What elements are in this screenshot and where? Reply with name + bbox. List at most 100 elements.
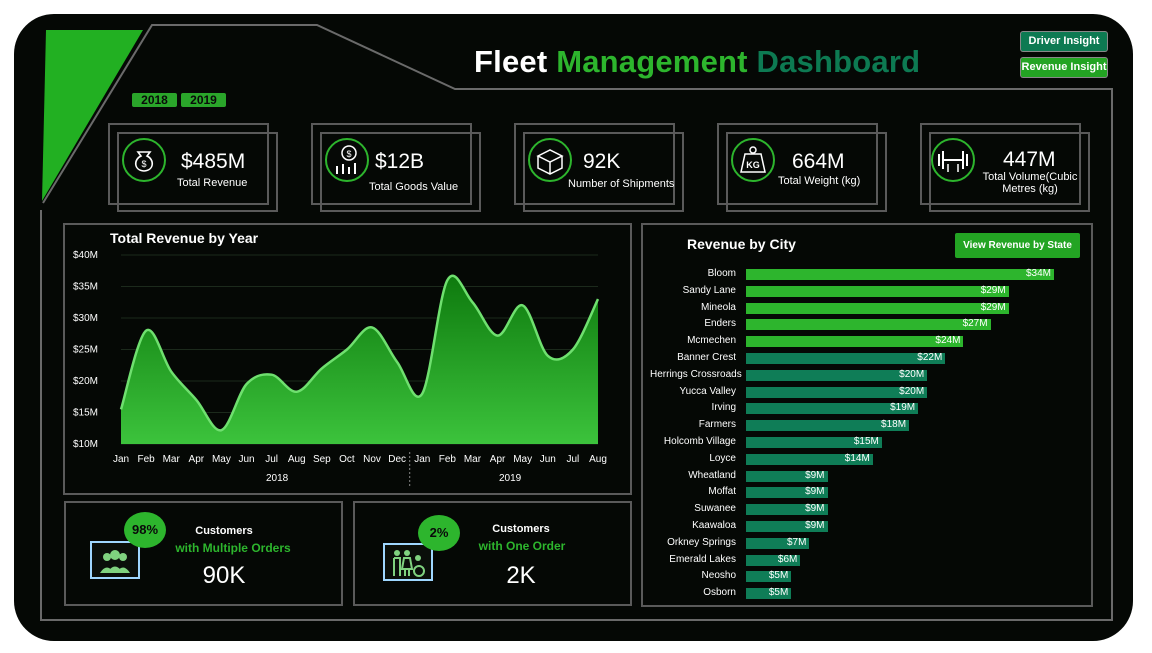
- y-tick-label: $20M: [73, 376, 98, 387]
- percent-badge-multiple: 98%: [124, 512, 166, 548]
- customers-value: 90K: [202, 562, 246, 589]
- x-tick-label: Dec: [388, 454, 406, 465]
- y-tick-label: $10M: [73, 439, 98, 450]
- city-bar-value: $20M: [899, 385, 925, 397]
- city-label: Neosho: [701, 570, 736, 582]
- revenue-area-fill: [121, 275, 598, 444]
- kpi-label: Total Weight (kg): [778, 175, 861, 187]
- city-bar-value: $20M: [899, 368, 925, 380]
- city-bar-value: $29M: [980, 284, 1006, 296]
- customers-subheading: with One Order: [478, 539, 566, 553]
- x-tick-label: Sep: [313, 454, 331, 465]
- x-tick-label: May: [212, 454, 231, 465]
- x-tick-label: Mar: [163, 454, 181, 465]
- customers-subheading: with Multiple Orders: [175, 541, 291, 555]
- x-tick-label: May: [513, 454, 532, 465]
- city-bar-value: $5M: [768, 587, 789, 599]
- city-label: Holcomb Village: [663, 436, 736, 447]
- city-bar-value: $9M: [805, 469, 825, 481]
- city-chart-title: Revenue by City: [687, 236, 796, 252]
- x-tick-label: Aug: [288, 454, 306, 465]
- x-tick-label: Jul: [566, 454, 579, 465]
- city-label: Moffat: [708, 486, 736, 498]
- revenue-by-city-panel: [641, 223, 1093, 607]
- city-bar-value: $29M: [980, 301, 1006, 313]
- y-tick-label: $35M: [73, 282, 98, 293]
- x-tick-label: Mar: [464, 454, 482, 465]
- x-tick-label: Jan: [113, 454, 129, 465]
- x-tick-label: Feb: [439, 454, 457, 465]
- dumbbell-icon: [931, 138, 975, 182]
- city-label: Yucca Valley: [679, 385, 736, 397]
- city-label: Mineola: [700, 301, 736, 313]
- city-label: Banner Crest: [677, 352, 736, 363]
- x-tick-label: Jun: [238, 454, 254, 465]
- city-label: Emerald Lakes: [669, 553, 736, 565]
- x-tick-label: Jul: [265, 454, 278, 465]
- kpi-value: 447M: [1003, 148, 1056, 171]
- x-tick-label: Nov: [363, 454, 381, 465]
- city-bar-value: $19M: [890, 402, 916, 414]
- city-label: Mcmechen: [687, 335, 736, 347]
- driver-insight-button[interactable]: Driver Insight: [1021, 32, 1107, 51]
- city-bar[interactable]: [746, 269, 1054, 280]
- year-group-label: 2018: [266, 473, 289, 484]
- svg-text:KG: KG: [746, 160, 760, 170]
- group-icon: [90, 541, 140, 579]
- view-revenue-by-state-button[interactable]: View Revenue by State: [955, 233, 1080, 258]
- y-tick-label: $15M: [73, 408, 98, 419]
- city-label: Herrings Crossroads: [650, 368, 742, 380]
- city-label: Loyce: [709, 452, 736, 464]
- city-bar-value: $7M: [786, 536, 807, 548]
- city-bar-value: $27M: [962, 318, 988, 330]
- revenue-insight-button[interactable]: Revenue Insight: [1021, 58, 1107, 77]
- city-bar-value: $14M: [844, 452, 870, 464]
- year-group-label: 2019: [499, 473, 522, 484]
- revenue-area-chart: $10M $15M $20M $25M $30M $35M $40M Jan Feb Mar Apr…: [73, 250, 607, 486]
- city-label: Osborn: [703, 587, 736, 599]
- city-label: Wheatland: [688, 469, 736, 481]
- city-bar-value: $9M: [805, 503, 825, 515]
- city-label: Kaawaloa: [692, 520, 736, 531]
- kpi-label-line-2: Metres (kg): [1002, 183, 1058, 195]
- city-label: Enders: [704, 318, 736, 330]
- y-tick-label: $25M: [73, 345, 98, 356]
- customers-heading: Customers: [492, 523, 550, 535]
- city-label: Orkney Springs: [667, 536, 736, 548]
- y-tick-label: $40M: [73, 250, 98, 261]
- city-bar-value: $6M: [777, 553, 798, 565]
- city-bar-value: $18M: [881, 419, 907, 431]
- city-bar-value: $15M: [853, 436, 879, 447]
- city-bar[interactable]: [746, 302, 1009, 314]
- city-bar-value: $5M: [768, 570, 789, 582]
- x-tick-label: Feb: [137, 454, 155, 465]
- x-tick-label: Aug: [589, 454, 607, 465]
- kg-weight-icon: KG: [731, 138, 775, 182]
- x-tick-label: Apr: [189, 454, 205, 465]
- kpi-label: Total Volume(Cubic Metres (kg): [975, 171, 1085, 195]
- city-label: Sandy Lane: [682, 284, 736, 296]
- city-bar-value: $9M: [805, 486, 825, 498]
- city-bar-value: $34M: [1025, 268, 1051, 279]
- x-tick-label: Jun: [540, 454, 556, 465]
- y-tick-label: $30M: [73, 313, 98, 324]
- city-label: Bloom: [707, 268, 736, 279]
- city-label: Irving: [711, 402, 736, 414]
- customers-value: 2K: [506, 562, 536, 589]
- city-bar-value: $9M: [805, 520, 825, 531]
- city-label: Suwanee: [694, 503, 736, 515]
- family-icon: [383, 543, 433, 581]
- kpi-value: 664M: [792, 150, 845, 173]
- city-bar[interactable]: [746, 319, 991, 331]
- city-bar[interactable]: [746, 285, 1009, 297]
- x-tick-label: Oct: [339, 454, 355, 465]
- x-tick-label: Apr: [490, 454, 506, 465]
- city-label: Farmers: [698, 419, 736, 431]
- city-bar-value: $24M: [935, 335, 961, 347]
- title-word-3: Dashboard: [756, 44, 921, 79]
- percent-badge-one-order: 2%: [418, 515, 460, 551]
- x-tick-label: Jan: [414, 454, 430, 465]
- kpi-label-line-1: Total Volume(Cubic: [982, 171, 1078, 183]
- customers-heading: Customers: [195, 525, 253, 537]
- city-bar-value: $22M: [917, 352, 943, 363]
